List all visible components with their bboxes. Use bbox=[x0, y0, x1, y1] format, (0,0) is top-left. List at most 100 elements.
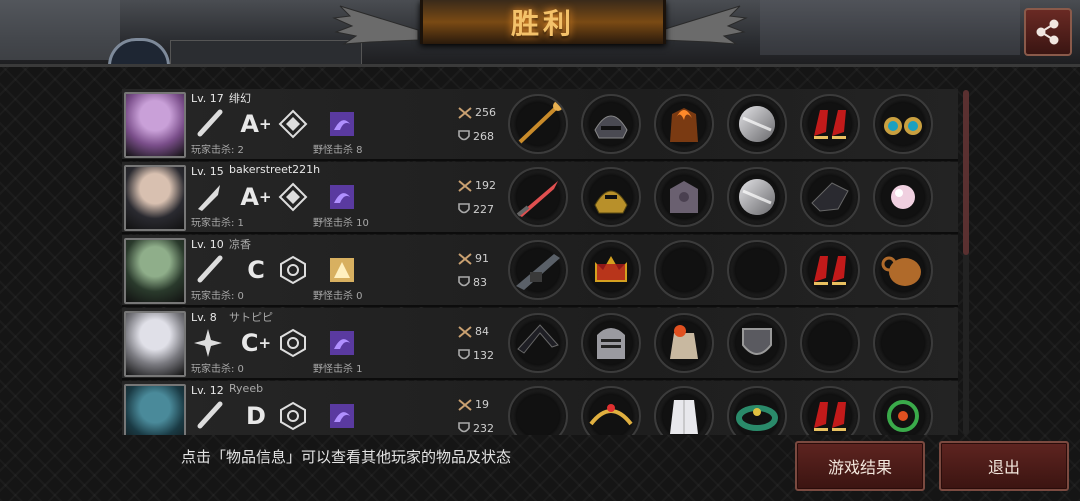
exit-button[interactable]: 退出 bbox=[939, 441, 1069, 491]
shield-icon bbox=[458, 203, 470, 214]
player-level: Lv. 8 bbox=[191, 311, 217, 324]
grade-badge: C bbox=[247, 256, 265, 284]
damage-value: 19 bbox=[475, 398, 489, 411]
player-kills: 玩家击杀: 0 bbox=[191, 291, 244, 302]
monster-kills: 野怪击杀 10 bbox=[313, 218, 369, 229]
shuriken-icon bbox=[190, 328, 226, 358]
player-kills: 玩家击杀: 1 bbox=[191, 218, 244, 229]
item-slot-jade-bracelet[interactable] bbox=[727, 386, 787, 435]
item-slot-red-heels[interactable] bbox=[800, 386, 860, 435]
crossed-swords-icon bbox=[458, 398, 472, 411]
player-row[interactable]: Lv. 12 Ryeeb D 19 232 bbox=[122, 381, 958, 435]
item-slot-gold-tiara[interactable] bbox=[581, 386, 641, 435]
item-slot-knight-helmet[interactable] bbox=[581, 313, 641, 373]
player-name: bakerstreet221h bbox=[229, 163, 321, 176]
item-slot-silver-disc[interactable] bbox=[727, 167, 787, 227]
item-slot-boomerang[interactable] bbox=[508, 313, 568, 373]
player-level: Lv. 15 bbox=[191, 165, 224, 178]
item-slot-white-robe[interactable] bbox=[654, 386, 714, 435]
damage-stat: 84 bbox=[458, 325, 489, 338]
player-name: 凉香 bbox=[229, 238, 251, 251]
item-slot-dark-helmet[interactable] bbox=[581, 94, 641, 154]
player-portrait[interactable] bbox=[124, 165, 186, 231]
item-slot-iron-armor[interactable] bbox=[654, 167, 714, 227]
player-kills: 玩家击杀: 2 bbox=[191, 145, 244, 156]
monster-kills: 野怪击杀 0 bbox=[313, 291, 363, 302]
player-row[interactable]: Lv. 10 凉香 C 玩家击杀: 0 野怪击杀 0 91 83 bbox=[122, 235, 958, 307]
defense-stat: 268 bbox=[458, 130, 494, 143]
item-slot-empty[interactable] bbox=[873, 313, 933, 373]
player-portrait[interactable] bbox=[124, 384, 186, 435]
player-level: Lv. 12 bbox=[191, 384, 224, 397]
player-name: Ryeeb bbox=[229, 382, 264, 395]
grade-badge: D bbox=[246, 402, 266, 430]
item-slot-empty[interactable] bbox=[508, 386, 568, 435]
item-slot-staff[interactable] bbox=[508, 94, 568, 154]
player-list[interactable]: Lv. 17 绯幻 A + 玩家击杀: 2 野怪击杀 8 256 268 Lv. … bbox=[122, 89, 958, 435]
item-slot-black-gauntlet[interactable] bbox=[800, 167, 860, 227]
defense-stat: 83 bbox=[458, 276, 487, 289]
defense-stat: 232 bbox=[458, 422, 494, 435]
item-slot-red-blade[interactable] bbox=[508, 167, 568, 227]
victory-title: 胜利 bbox=[510, 7, 575, 40]
knife-icon bbox=[190, 182, 226, 212]
item-slot-red-crown[interactable] bbox=[581, 240, 641, 300]
player-row[interactable]: Lv. 15 bakerstreet221h A + 玩家击杀: 1 野怪击杀 1… bbox=[122, 162, 958, 234]
grade-badge: A + bbox=[240, 183, 272, 211]
item-slot-jewel-earrings[interactable] bbox=[873, 94, 933, 154]
player-level: Lv. 17 bbox=[191, 92, 224, 105]
gold-trait-icon bbox=[328, 255, 356, 285]
diamond-tier-icon bbox=[278, 182, 308, 212]
item-slot-pink-pearl[interactable] bbox=[873, 167, 933, 227]
crossed-swords-icon bbox=[458, 106, 472, 119]
purple-trait-icon bbox=[328, 109, 356, 139]
item-slot-iron-shield[interactable] bbox=[727, 313, 787, 373]
defense-value: 132 bbox=[473, 349, 494, 362]
player-row[interactable]: Lv. 8 サトピピ C + 玩家击杀: 0 野怪击杀 1 84 132 bbox=[122, 308, 958, 380]
game-result-button[interactable]: 游戏结果 bbox=[795, 441, 925, 491]
item-slot-green-ornament[interactable] bbox=[873, 386, 933, 435]
shield-icon bbox=[458, 349, 470, 360]
hex-tier-icon bbox=[278, 401, 308, 431]
player-level: Lv. 10 bbox=[191, 238, 224, 251]
purple-trait-icon bbox=[328, 401, 356, 431]
item-slot-leather-pouch[interactable] bbox=[873, 240, 933, 300]
grade-badge: A + bbox=[240, 110, 272, 138]
damage-stat: 19 bbox=[458, 398, 489, 411]
defense-value: 232 bbox=[473, 422, 494, 435]
item-slot-empty[interactable] bbox=[727, 240, 787, 300]
defense-stat: 227 bbox=[458, 203, 494, 216]
item-slot-flame-armor[interactable] bbox=[654, 94, 714, 154]
shield-icon bbox=[458, 422, 470, 433]
victory-banner: 胜利 bbox=[420, 0, 666, 44]
defense-value: 268 bbox=[473, 130, 494, 143]
item-slot-silver-disc[interactable] bbox=[727, 94, 787, 154]
item-slot-red-heels[interactable] bbox=[800, 240, 860, 300]
scrollbar-thumb[interactable] bbox=[963, 90, 969, 255]
bat-icon bbox=[190, 401, 226, 431]
item-slot-empty[interactable] bbox=[800, 313, 860, 373]
purple-trait-icon bbox=[328, 328, 356, 358]
player-name: 绯幻 bbox=[229, 92, 251, 105]
defense-stat: 132 bbox=[458, 349, 494, 362]
player-portrait[interactable] bbox=[124, 92, 186, 158]
item-slot-rifle[interactable] bbox=[508, 240, 568, 300]
item-slot-cloth-armor[interactable] bbox=[654, 313, 714, 373]
share-icon bbox=[1036, 19, 1059, 45]
damage-value: 91 bbox=[475, 252, 489, 265]
item-slot-gold-helmet[interactable] bbox=[581, 167, 641, 227]
diamond-tier-icon bbox=[278, 109, 308, 139]
damage-value: 256 bbox=[475, 106, 496, 119]
grade-badge: C + bbox=[240, 329, 272, 357]
defense-value: 83 bbox=[473, 276, 487, 289]
crossed-swords-icon bbox=[458, 325, 472, 338]
hex-tier-icon bbox=[278, 328, 308, 358]
player-row[interactable]: Lv. 17 绯幻 A + 玩家击杀: 2 野怪击杀 8 256 268 bbox=[122, 89, 958, 161]
item-slot-red-heels[interactable] bbox=[800, 94, 860, 154]
item-slot-empty[interactable] bbox=[654, 240, 714, 300]
crossed-swords-icon bbox=[458, 179, 472, 192]
player-portrait[interactable] bbox=[124, 311, 186, 377]
share-button[interactable] bbox=[1024, 8, 1072, 56]
right-wing-ornament bbox=[661, 5, 748, 45]
player-portrait[interactable] bbox=[124, 238, 186, 304]
